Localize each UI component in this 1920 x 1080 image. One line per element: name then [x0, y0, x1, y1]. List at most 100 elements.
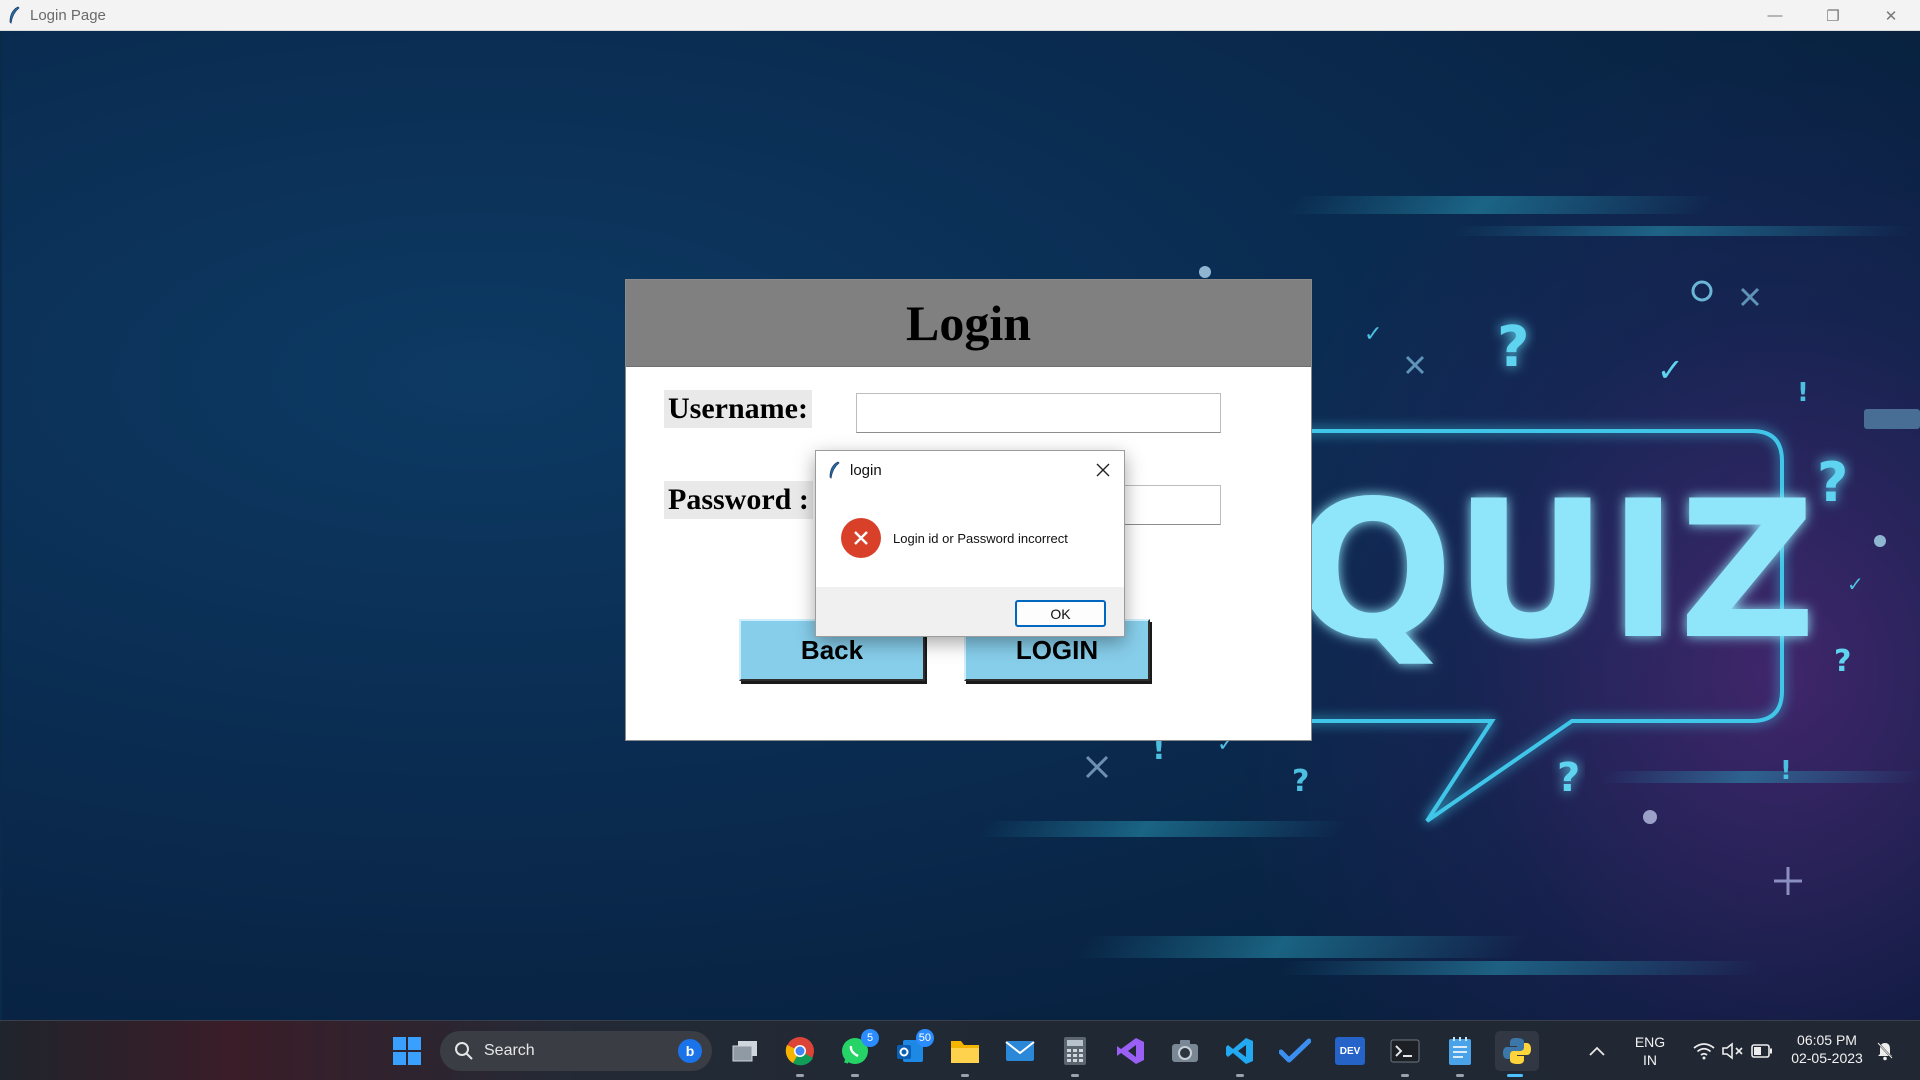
username-label: Username:: [664, 390, 812, 428]
cross-decoration: [1405, 355, 1425, 375]
language-region: IN: [1643, 1052, 1657, 1068]
windows-logo-icon: [393, 1037, 421, 1065]
terminal-button[interactable]: [1385, 1031, 1425, 1077]
visual-studio-button[interactable]: [1110, 1031, 1150, 1071]
login-heading: Login: [905, 295, 1032, 351]
chrome-icon: [785, 1037, 814, 1066]
login-header: Login: [626, 280, 1311, 367]
running-indicator: [1071, 1074, 1079, 1077]
error-icon: [841, 518, 881, 558]
dialog-message: Login id or Password incorrect: [893, 530, 1068, 546]
dot-decoration: [1874, 535, 1886, 547]
feather-icon: [828, 460, 842, 480]
error-dialog: login Login id or Password incorrect OK: [815, 450, 1125, 637]
running-indicator: [796, 1074, 804, 1077]
task-view-button[interactable]: [725, 1031, 765, 1071]
running-indicator: [1401, 1074, 1409, 1077]
notification-badge: 50: [915, 1029, 934, 1047]
check-mark-icon: ✓: [1364, 322, 1382, 347]
question-mark-icon: ?: [1292, 764, 1309, 799]
show-hidden-icons-button[interactable]: [1582, 1031, 1612, 1071]
vscode-button[interactable]: [1220, 1031, 1260, 1077]
clock-date: 02-05-2023: [1791, 1050, 1863, 1066]
cross-decoration: [1740, 287, 1760, 307]
python-icon: [1503, 1038, 1531, 1064]
calculator-icon: [1064, 1037, 1086, 1065]
file-explorer-button[interactable]: [945, 1031, 985, 1077]
minimize-button[interactable]: —: [1746, 0, 1804, 31]
language-code: ENG: [1634, 1034, 1666, 1050]
close-button[interactable]: ✕: [1862, 0, 1920, 31]
ok-button[interactable]: OK: [1015, 600, 1106, 627]
window-controls: — ❐ ✕: [1746, 0, 1920, 31]
exclamation-icon: !: [1797, 378, 1809, 408]
todo-button[interactable]: [1275, 1031, 1315, 1071]
task-view-icon: [732, 1041, 757, 1062]
question-mark-icon: ?: [1834, 644, 1851, 679]
start-button[interactable]: [387, 1031, 427, 1071]
window-title: Login Page: [30, 6, 106, 24]
volume-muted-icon: [1722, 1042, 1743, 1060]
calculator-button[interactable]: [1055, 1031, 1095, 1077]
question-mark-icon: ?: [1497, 315, 1529, 380]
dialog-title: login: [850, 461, 882, 479]
running-indicator: [851, 1074, 859, 1077]
plus-decoration: [1774, 867, 1802, 895]
camera-icon: [1172, 1040, 1198, 1062]
question-mark-icon: ?: [1817, 451, 1848, 514]
exclamation-icon: !: [1780, 756, 1792, 786]
dot-decoration: [1643, 810, 1657, 824]
restore-icon: ❐: [1826, 7, 1840, 25]
whatsapp-button[interactable]: 5: [835, 1029, 879, 1077]
running-indicator: [961, 1074, 969, 1077]
clock[interactable]: 06:05 PM 02-05-2023: [1782, 1031, 1872, 1067]
quiz-text: QUIZ: [1292, 460, 1816, 681]
username-input[interactable]: [856, 393, 1221, 433]
dialog-close-icon[interactable]: [1092, 459, 1114, 481]
search-icon: [454, 1041, 474, 1061]
dot-decoration: [1199, 266, 1211, 278]
running-indicator: [1236, 1074, 1244, 1077]
question-mark-icon: ?: [1557, 755, 1580, 801]
dev-home-button[interactable]: DEV: [1330, 1031, 1370, 1071]
camera-button[interactable]: [1165, 1031, 1205, 1071]
outlook-button[interactable]: 50: [890, 1029, 934, 1071]
dev-icon: DEV: [1335, 1037, 1365, 1065]
chrome-button[interactable]: [780, 1031, 820, 1077]
dialog-body: Login id or Password incorrect: [816, 489, 1124, 587]
minimize-icon: —: [1767, 7, 1783, 24]
notifications-button[interactable]: [1870, 1031, 1900, 1071]
chat-bubble-decoration: [1864, 409, 1920, 429]
dialog-footer: OK: [816, 587, 1124, 636]
python-app-button[interactable]: [1495, 1031, 1539, 1077]
folder-icon: [951, 1041, 979, 1063]
circle-decoration: [1691, 280, 1713, 302]
wifi-icon: [1693, 1043, 1715, 1060]
check-mark-icon: ✓: [1657, 351, 1684, 389]
quick-settings-button[interactable]: [1685, 1031, 1781, 1071]
language-indicator[interactable]: ENG IN: [1627, 1033, 1673, 1069]
terminal-icon: [1390, 1039, 1420, 1063]
mail-icon: [1005, 1041, 1035, 1061]
check-mark-icon: ✓: [1847, 572, 1864, 596]
clock-time: 06:05 PM: [1797, 1032, 1857, 1048]
taskbar-search[interactable]: Search b: [440, 1031, 712, 1071]
chevron-up-icon: [1589, 1046, 1605, 1056]
running-indicator: [1456, 1074, 1464, 1077]
window-title-bar: Login Page — ❐ ✕: [0, 0, 1920, 31]
restore-button[interactable]: ❐: [1804, 0, 1862, 31]
mail-button[interactable]: [1000, 1031, 1040, 1071]
notification-bell-icon: [1877, 1042, 1893, 1061]
todo-check-icon: [1279, 1038, 1311, 1063]
battery-icon: [1751, 1044, 1772, 1058]
cross-decoration: [1085, 755, 1109, 779]
visual-studio-icon: [1117, 1038, 1144, 1064]
taskbar: Search b 5 50 DEV ENG IN 06:05 PM 02-05-…: [0, 1020, 1920, 1080]
search-label: Search: [484, 1042, 535, 1059]
notepad-button[interactable]: [1440, 1031, 1480, 1077]
vscode-icon: [1226, 1038, 1253, 1064]
active-indicator: [1507, 1074, 1523, 1077]
bing-icon[interactable]: b: [678, 1039, 702, 1063]
notification-badge: 5: [861, 1029, 879, 1047]
close-icon: ✕: [1884, 7, 1898, 25]
